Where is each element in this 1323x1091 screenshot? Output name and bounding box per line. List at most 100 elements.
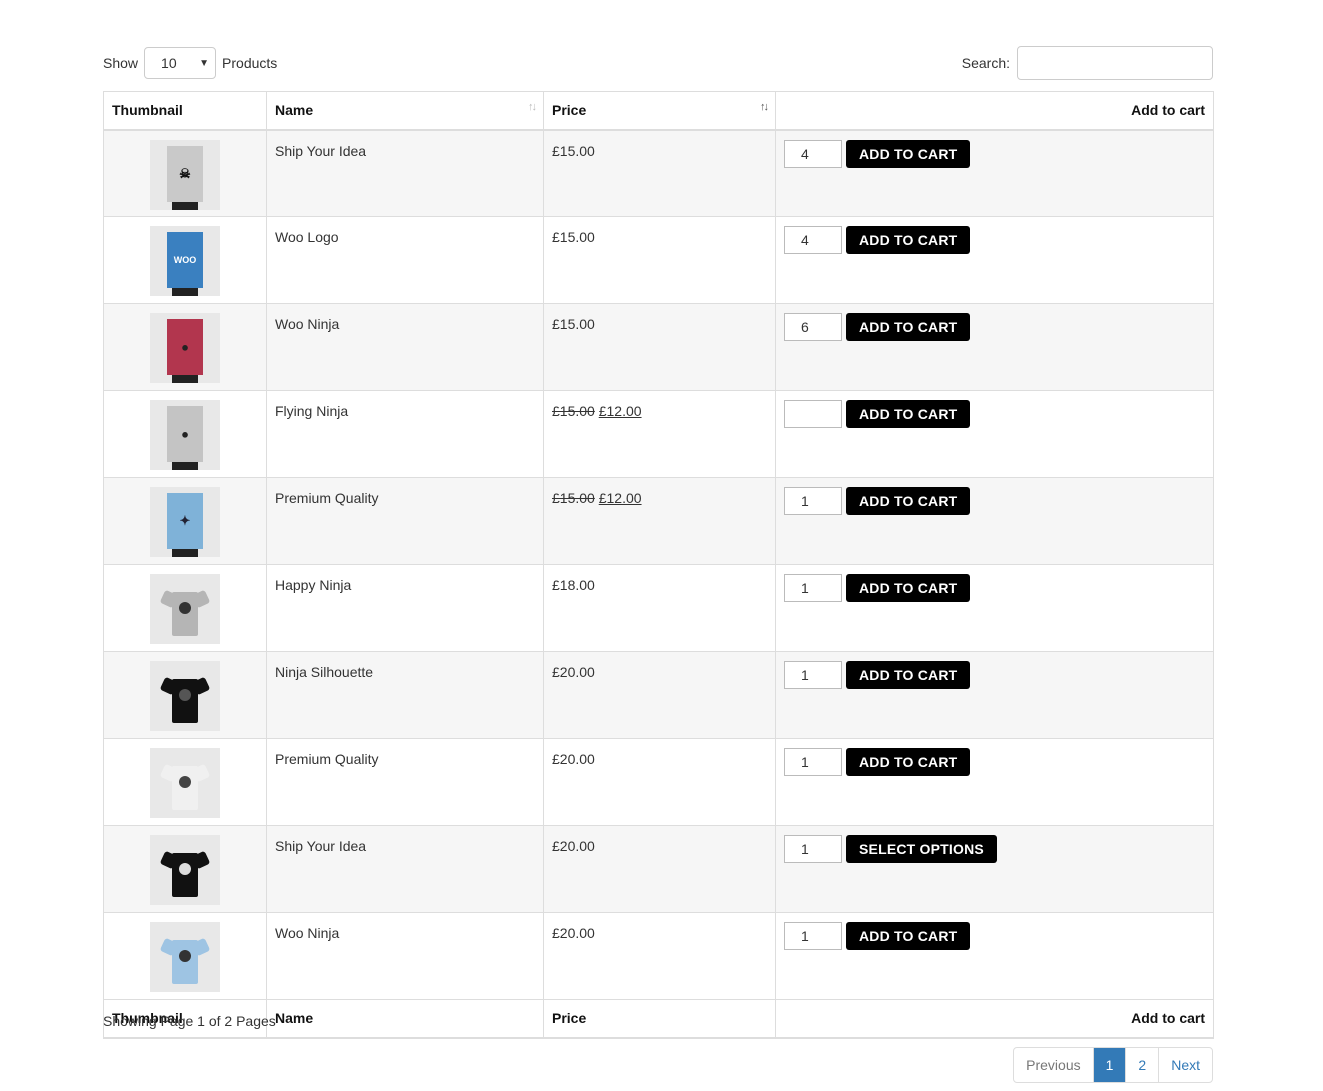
- page-length-control: Show 10 ▼ Products: [103, 46, 277, 80]
- product-name: Woo Ninja: [275, 925, 340, 941]
- name-cell: Flying Ninja: [266, 390, 544, 478]
- price-cell: £18.00: [543, 564, 776, 652]
- quantity-input[interactable]: 4: [784, 226, 842, 254]
- product-thumbnail[interactable]: [150, 661, 220, 731]
- quantity-input[interactable]: 1: [784, 574, 842, 602]
- chevron-down-icon: ▼: [199, 58, 210, 69]
- add-to-cart-button[interactable]: ADD TO CART: [846, 661, 971, 689]
- product-thumbnail[interactable]: [150, 748, 220, 818]
- next-page-button[interactable]: Next: [1158, 1048, 1212, 1082]
- price-value: £15.00: [552, 142, 595, 159]
- product-thumbnail[interactable]: ✦: [150, 487, 220, 557]
- add-to-cart-button[interactable]: ADD TO CART: [846, 487, 971, 515]
- name-cell: Premium Quality: [266, 738, 544, 826]
- price-value: £18.00: [552, 577, 595, 593]
- add-to-cart-button[interactable]: ADD TO CART: [846, 226, 971, 254]
- page-2-button[interactable]: 2: [1125, 1048, 1158, 1082]
- product-thumbnail[interactable]: [150, 574, 220, 644]
- table-header-row: Thumbnail Name ↑↓ Price ↑↓ Add to cart: [103, 91, 1214, 131]
- name-cell: Woo Ninja: [266, 303, 544, 391]
- product-thumbnail[interactable]: ●: [150, 400, 220, 470]
- regular-price: £15.00: [552, 490, 595, 506]
- quantity-input[interactable]: 4: [784, 139, 842, 168]
- add-to-cart-button[interactable]: ADD TO CART: [846, 574, 971, 602]
- thumbnail-cell: [103, 738, 267, 826]
- column-header-thumbnail: Thumbnail: [103, 91, 267, 131]
- sort-icon: ↑↓: [528, 101, 537, 113]
- add-to-cart-cell: 1 ADD TO CART: [775, 912, 1214, 1000]
- thumbnail-cell: ☠: [103, 129, 267, 217]
- product-thumbnail[interactable]: [150, 922, 220, 992]
- add-to-cart-cell: 1 SELECT OPTIONS: [775, 825, 1214, 913]
- name-cell: Woo Ninja: [266, 912, 544, 1000]
- add-to-cart-cell: 1 ADD TO CART: [775, 738, 1214, 826]
- product-thumbnail[interactable]: WOO: [150, 226, 220, 296]
- thumbnail-cell: WOO: [103, 216, 267, 304]
- search-control: Search:: [962, 46, 1213, 80]
- name-cell: Ninja Silhouette: [266, 651, 544, 739]
- table-controls: Show 10 ▼ Products Search:: [103, 46, 1213, 80]
- product-name: Flying Ninja: [275, 403, 349, 419]
- previous-page-button[interactable]: Previous: [1014, 1048, 1092, 1082]
- product-thumbnail[interactable]: ☠: [150, 139, 220, 210]
- add-to-cart-button[interactable]: ADD TO CART: [846, 400, 971, 428]
- search-label: Search:: [961, 55, 1010, 71]
- products-table-wrapper: Show 10 ▼ Products Search: Thumbnail Nam…: [103, 46, 1214, 1039]
- quantity-input[interactable]: 1: [784, 748, 842, 776]
- product-name: Ninja Silhouette: [275, 664, 374, 680]
- product-thumbnail[interactable]: ●: [150, 313, 220, 383]
- sale-price: £12.00: [598, 490, 642, 506]
- quantity-input[interactable]: 1: [784, 487, 842, 515]
- table-row: ☠ Ship Your Idea £15.00 4 ADD TO CART: [103, 129, 1214, 217]
- pagination: Previous 1 2 Next: [1013, 1047, 1213, 1083]
- show-label: Show: [103, 55, 139, 71]
- price-value: £20.00: [552, 838, 595, 854]
- column-header-name[interactable]: Name ↑↓: [266, 91, 544, 131]
- add-to-cart-button[interactable]: ADD TO CART: [846, 922, 971, 950]
- page-1-button[interactable]: 1: [1092, 1048, 1126, 1082]
- thumbnail-cell: [103, 564, 267, 652]
- add-to-cart-button[interactable]: ADD TO CART: [846, 139, 971, 168]
- price-cell: £20.00: [543, 825, 776, 913]
- column-header-price[interactable]: Price ↑↓: [543, 91, 776, 131]
- column-footer-add-to-cart: Add to cart: [775, 999, 1214, 1039]
- quantity-input[interactable]: 1: [784, 835, 842, 863]
- table-row: ● Flying Ninja £15.00 £12.00 ADD TO CART: [103, 390, 1214, 478]
- table-row: Ship Your Idea £20.00 1 SELECT OPTIONS: [103, 825, 1214, 913]
- sort-icon: ↑↓: [760, 101, 769, 113]
- column-footer-name: Name: [266, 999, 544, 1039]
- name-cell: Premium Quality: [266, 477, 544, 565]
- select-options-button[interactable]: SELECT OPTIONS: [846, 835, 997, 863]
- product-name: Ship Your Idea: [275, 142, 367, 159]
- thumbnail-cell: [103, 912, 267, 1000]
- thumbnail-cell: ●: [103, 303, 267, 391]
- product-name: Woo Ninja: [275, 316, 340, 332]
- table-body: ☠ Ship Your Idea £15.00 4 ADD TO CART WO…: [103, 129, 1214, 1000]
- product-thumbnail[interactable]: [150, 835, 220, 905]
- table-row: WOO Woo Logo £15.00 4 ADD TO CART: [103, 216, 1214, 304]
- name-cell: Ship Your Idea: [266, 825, 544, 913]
- name-cell: Ship Your Idea: [266, 129, 544, 217]
- add-to-cart-cell: 1 ADD TO CART: [775, 564, 1214, 652]
- page-size-select[interactable]: 10 ▼: [144, 47, 217, 79]
- search-input[interactable]: [1017, 46, 1213, 80]
- regular-price: £15.00: [552, 403, 595, 419]
- price-cell: £20.00: [543, 912, 776, 1000]
- quantity-input[interactable]: 1: [784, 922, 842, 950]
- table-row: Woo Ninja £20.00 1 ADD TO CART: [103, 912, 1214, 1000]
- add-to-cart-button[interactable]: ADD TO CART: [846, 313, 971, 341]
- price-cell: £15.00 £12.00: [543, 477, 776, 565]
- quantity-input[interactable]: [784, 400, 842, 428]
- column-footer-price: Price: [543, 999, 776, 1039]
- name-cell: Woo Logo: [266, 216, 544, 304]
- add-to-cart-cell: 4 ADD TO CART: [775, 216, 1214, 304]
- quantity-input[interactable]: 6: [784, 313, 842, 341]
- sale-price: £12.00: [598, 403, 642, 419]
- add-to-cart-cell: 1 ADD TO CART: [775, 651, 1214, 739]
- thumbnail-cell: [103, 651, 267, 739]
- add-to-cart-cell: 1 ADD TO CART: [775, 477, 1214, 565]
- quantity-input[interactable]: 1: [784, 661, 842, 689]
- name-cell: Happy Ninja: [266, 564, 544, 652]
- price-cell: £15.00 £12.00: [543, 390, 776, 478]
- add-to-cart-button[interactable]: ADD TO CART: [846, 748, 971, 776]
